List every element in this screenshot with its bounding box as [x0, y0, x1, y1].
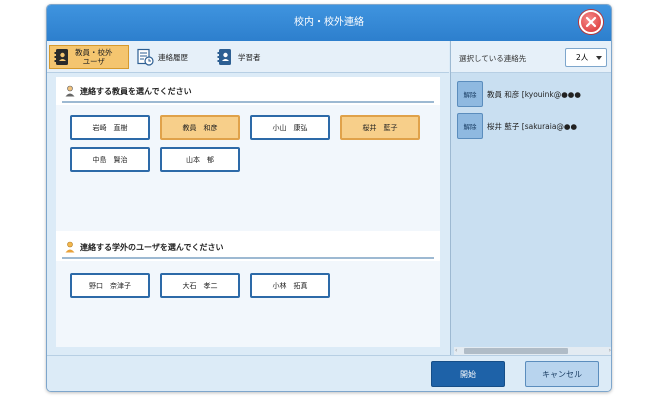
selected-contact-text: 桜井 藍子 [sakuraia@●● — [487, 121, 578, 131]
close-button[interactable] — [579, 10, 603, 34]
tab-label: 学習者 — [238, 52, 261, 62]
selected-contact-row: 解除 桜井 藍子 [sakuraia@●● — [457, 113, 577, 139]
chip-label: 小山 康弘 — [272, 123, 308, 132]
start-label: 開始 — [460, 369, 476, 379]
section-heading-text: 連絡する学外のユーザを選んでください — [80, 242, 224, 252]
tab-label-line2: ユーザ — [82, 57, 105, 66]
section-divider — [62, 101, 434, 103]
chip-label: 教員 和彦 — [182, 123, 218, 132]
title-bar: 校内・校外連絡 — [47, 5, 611, 41]
chip-label: 山本 郁 — [186, 155, 214, 164]
learner-icon — [217, 49, 231, 65]
teachers-section-heading: 連絡する教員を選んでください — [64, 85, 192, 97]
tab-label: 連絡履歴 — [158, 52, 188, 62]
section-divider — [62, 257, 434, 259]
remove-contact-button[interactable]: 解除 — [457, 113, 483, 139]
contact-dialog: 校内・校外連絡 教員・校外 ユーザ 連絡履歴 学習者 連絡する教員を選んでくださ… — [46, 4, 612, 392]
chevron-down-icon — [596, 56, 602, 60]
tab-teachers-external[interactable]: 教員・校外 ユーザ — [49, 45, 129, 69]
tab-label-line1: 教員・校外 — [75, 48, 113, 57]
chip-label: 中島 賢治 — [92, 155, 128, 164]
chip-label: 岩崎 直樹 — [92, 123, 128, 132]
scroll-left-icon[interactable]: ‹ — [455, 347, 457, 355]
history-icon — [137, 48, 154, 66]
teacher-chip[interactable]: 小山 康弘 — [250, 115, 330, 140]
horizontal-scrollbar[interactable]: ‹ › — [454, 347, 611, 355]
chip-label: 野口 奈津子 — [89, 281, 131, 290]
external-user-icon — [65, 241, 75, 253]
teacher-chip[interactable]: 岩崎 直樹 — [70, 115, 150, 140]
teachers-list: 岩崎 直樹 教員 和彦 小山 康弘 桜井 藍子 中島 賢治 山本 郁 — [56, 105, 440, 231]
remove-label: 解除 — [463, 123, 477, 131]
chip-label: 小林 拓真 — [272, 281, 308, 290]
selected-contact-row: 解除 教員 和彦 [kyouink@●●● — [457, 81, 581, 107]
tab-bar: 教員・校外 ユーザ 連絡履歴 学習者 — [47, 41, 449, 73]
section-heading-text: 連絡する教員を選んでください — [80, 86, 192, 96]
teacher-chip[interactable]: 山本 郁 — [160, 147, 240, 172]
cancel-label: キャンセル — [542, 369, 582, 379]
contact-selection-panel: 連絡する教員を選んでください 岩崎 直樹 教員 和彦 小山 康弘 桜井 藍子 中… — [56, 77, 440, 347]
tab-history[interactable]: 連絡履歴 — [133, 45, 209, 69]
close-icon — [585, 16, 597, 28]
teacher-chip[interactable]: 教員 和彦 — [160, 115, 240, 140]
dialog-title: 校内・校外連絡 — [294, 17, 364, 28]
address-book-icon — [54, 49, 68, 65]
selected-contacts-panel: 選択している連絡先 2人 解除 教員 和彦 [kyouink@●●● 解除 桜井… — [450, 41, 611, 355]
selected-contacts-header: 選択している連絡先 2人 — [451, 41, 611, 73]
scroll-right-icon[interactable]: › — [609, 347, 611, 355]
selected-count-value: 2人 — [576, 53, 589, 62]
external-user-chip[interactable]: 野口 奈津子 — [70, 273, 150, 298]
teacher-person-icon — [65, 85, 75, 97]
external-user-chip[interactable]: 大石 孝二 — [160, 273, 240, 298]
start-button[interactable]: 開始 — [431, 361, 505, 387]
teacher-chip[interactable]: 桜井 藍子 — [340, 115, 420, 140]
scrollbar-thumb[interactable] — [464, 348, 568, 354]
chip-label: 桜井 藍子 — [362, 123, 398, 132]
remove-label: 解除 — [463, 91, 477, 99]
dialog-footer: 開始 キャンセル — [47, 355, 611, 391]
selected-contacts-title: 選択している連絡先 — [459, 54, 527, 63]
tab-learners[interactable]: 学習者 — [213, 45, 283, 69]
teacher-chip[interactable]: 中島 賢治 — [70, 147, 150, 172]
selected-count-dropdown[interactable]: 2人 — [565, 48, 607, 67]
chip-label: 大石 孝二 — [182, 281, 218, 290]
external-section-heading: 連絡する学外のユーザを選んでください — [64, 241, 223, 253]
cancel-button[interactable]: キャンセル — [525, 361, 599, 387]
external-users-list: 野口 奈津子 大石 孝二 小林 拓真 — [56, 261, 440, 347]
external-user-chip[interactable]: 小林 拓真 — [250, 273, 330, 298]
remove-contact-button[interactable]: 解除 — [457, 81, 483, 107]
selected-contact-text: 教員 和彦 [kyouink@●●● — [487, 89, 581, 99]
